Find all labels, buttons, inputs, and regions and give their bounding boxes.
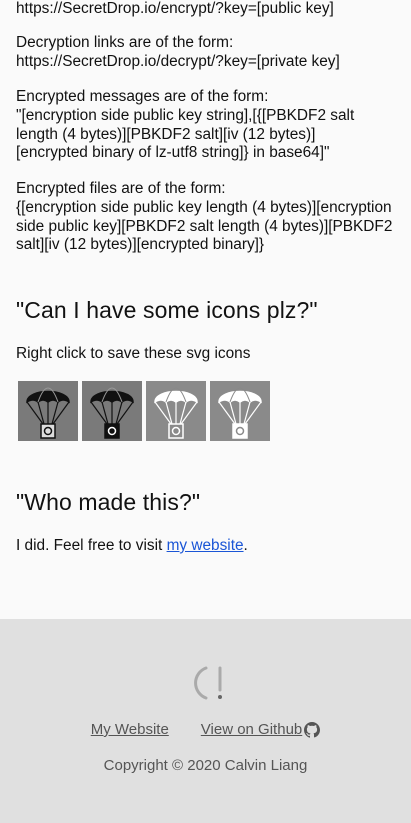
secretdrop-logo-icon [194, 666, 222, 700]
github-icon [304, 721, 321, 738]
encrypt-url-format: https://SecretDrop.io/encrypt/?key=[publ… [16, 0, 334, 17]
messages-format: "[encryption side public key string],[{[… [16, 107, 355, 162]
copyright-text: Copyright © 2020 Calvin Liang [103, 757, 308, 774]
icon-gallery [18, 381, 270, 441]
footer-github-label: View on Github [200, 721, 303, 738]
parachute-light-icon[interactable] [146, 381, 206, 441]
footer-links: My Website View on Github [0, 721, 411, 738]
files-format: {[encryption side public key length (4 b… [16, 199, 393, 254]
decrypt-url-format: https://SecretDrop.io/decrypt/?key=[priv… [16, 53, 340, 70]
my-website-link[interactable]: my website [167, 537, 244, 554]
parachute-dark-icon[interactable] [82, 381, 142, 441]
icons-heading: "Can I have some icons plz?" [16, 297, 318, 323]
footer-my-website-label: My Website [90, 721, 169, 738]
who-text-after: . [243, 537, 248, 554]
footer-my-website-link[interactable]: My Website [91, 721, 169, 738]
icons-subtext: Right click to save these svg icons [16, 345, 251, 362]
footer-github-link[interactable]: View on Github [200, 721, 321, 738]
decrypt-intro: Decryption links are of the form: [16, 34, 234, 51]
who-text: I did. Feel free to visit my website. [16, 537, 248, 556]
messages-intro: Encrypted messages are of the form: [16, 88, 269, 105]
parachute-light-icon[interactable] [210, 381, 270, 441]
who-heading: "Who made this?" [16, 489, 201, 515]
who-text-before: I did. Feel free to visit [16, 537, 167, 554]
parachute-dark-icon[interactable] [18, 381, 78, 441]
files-intro: Encrypted files are of the form: [16, 180, 226, 197]
